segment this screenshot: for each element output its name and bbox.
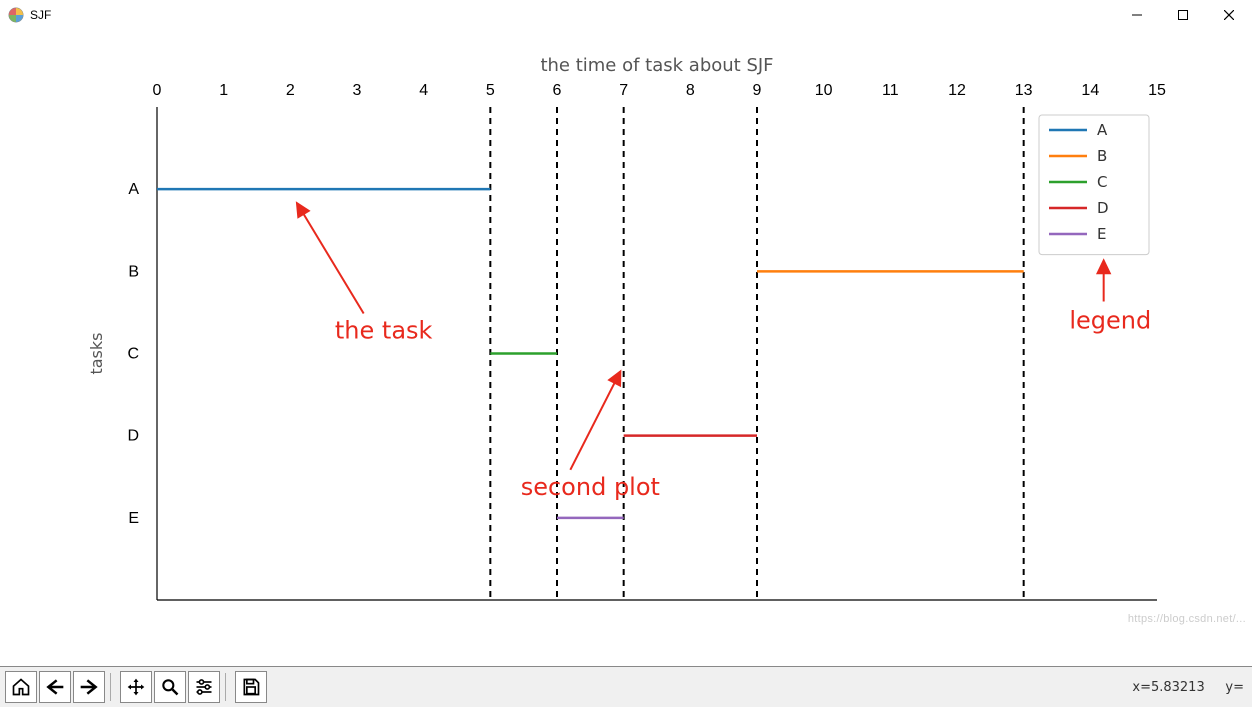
y-axis-label: tasks	[87, 332, 106, 374]
legend-label: E	[1097, 225, 1106, 243]
legend-label: C	[1097, 173, 1107, 191]
pan-button[interactable]	[120, 671, 152, 703]
x-tick-label: 3	[353, 82, 362, 99]
maximize-button[interactable]	[1160, 0, 1206, 30]
x-tick-label: 11	[882, 82, 899, 99]
status-x-label: x=	[1132, 680, 1151, 695]
x-tick-label: 8	[686, 82, 695, 99]
x-tick-label: 5	[486, 82, 495, 99]
x-tick-label: 9	[753, 82, 762, 99]
legend-label: D	[1097, 199, 1109, 217]
configure-button[interactable]	[188, 671, 220, 703]
save-button[interactable]	[235, 671, 267, 703]
annotation-second-plot: second plot	[521, 473, 660, 501]
legend-label: A	[1097, 121, 1108, 139]
zoom-button[interactable]	[154, 671, 186, 703]
x-tick-label: 14	[1081, 82, 1099, 99]
x-tick-label: 0	[153, 82, 162, 99]
home-icon	[11, 677, 31, 697]
y-tick-label: B	[128, 263, 139, 280]
app-icon	[8, 7, 24, 23]
back-button[interactable]	[39, 671, 71, 703]
pan-icon	[126, 677, 146, 697]
save-icon	[241, 677, 261, 697]
window-titlebar: SJF	[0, 0, 1252, 31]
status-x-value: 5.83213	[1151, 680, 1205, 695]
back-arrow-icon	[45, 677, 65, 697]
chart-canvas[interactable]: 0123456789101112131415ABCDEthe time of t…	[0, 30, 1252, 667]
x-tick-label: 4	[419, 82, 428, 99]
status-y-label: y=	[1225, 680, 1244, 695]
legend-label: B	[1097, 147, 1107, 165]
annotation-the-task: the task	[335, 317, 433, 345]
x-tick-label: 10	[815, 82, 833, 99]
x-tick-label: 2	[286, 82, 295, 99]
y-tick-label: C	[127, 346, 139, 363]
x-tick-label: 6	[553, 82, 562, 99]
window-title: SJF	[30, 8, 51, 22]
home-button[interactable]	[5, 671, 37, 703]
close-button[interactable]	[1206, 0, 1252, 30]
x-tick-label: 7	[619, 82, 628, 99]
x-tick-label: 15	[1148, 82, 1166, 99]
x-tick-label: 12	[948, 82, 966, 99]
x-tick-label: 13	[1015, 82, 1033, 99]
navigation-toolbar: x=5.83213 y=	[0, 666, 1252, 707]
annotation-legend: legend	[1069, 307, 1151, 335]
y-tick-label: A	[128, 181, 139, 198]
forward-arrow-icon	[79, 677, 99, 697]
zoom-icon	[160, 677, 180, 697]
forward-button[interactable]	[73, 671, 105, 703]
sliders-icon	[194, 677, 214, 697]
minimize-button[interactable]	[1114, 0, 1160, 30]
x-tick-label: 1	[219, 82, 228, 99]
y-tick-label: E	[128, 510, 139, 527]
y-tick-label: D	[127, 428, 139, 445]
cursor-status: x=5.83213 y=	[1132, 680, 1244, 695]
chart-title: the time of task about SJF	[540, 55, 773, 76]
